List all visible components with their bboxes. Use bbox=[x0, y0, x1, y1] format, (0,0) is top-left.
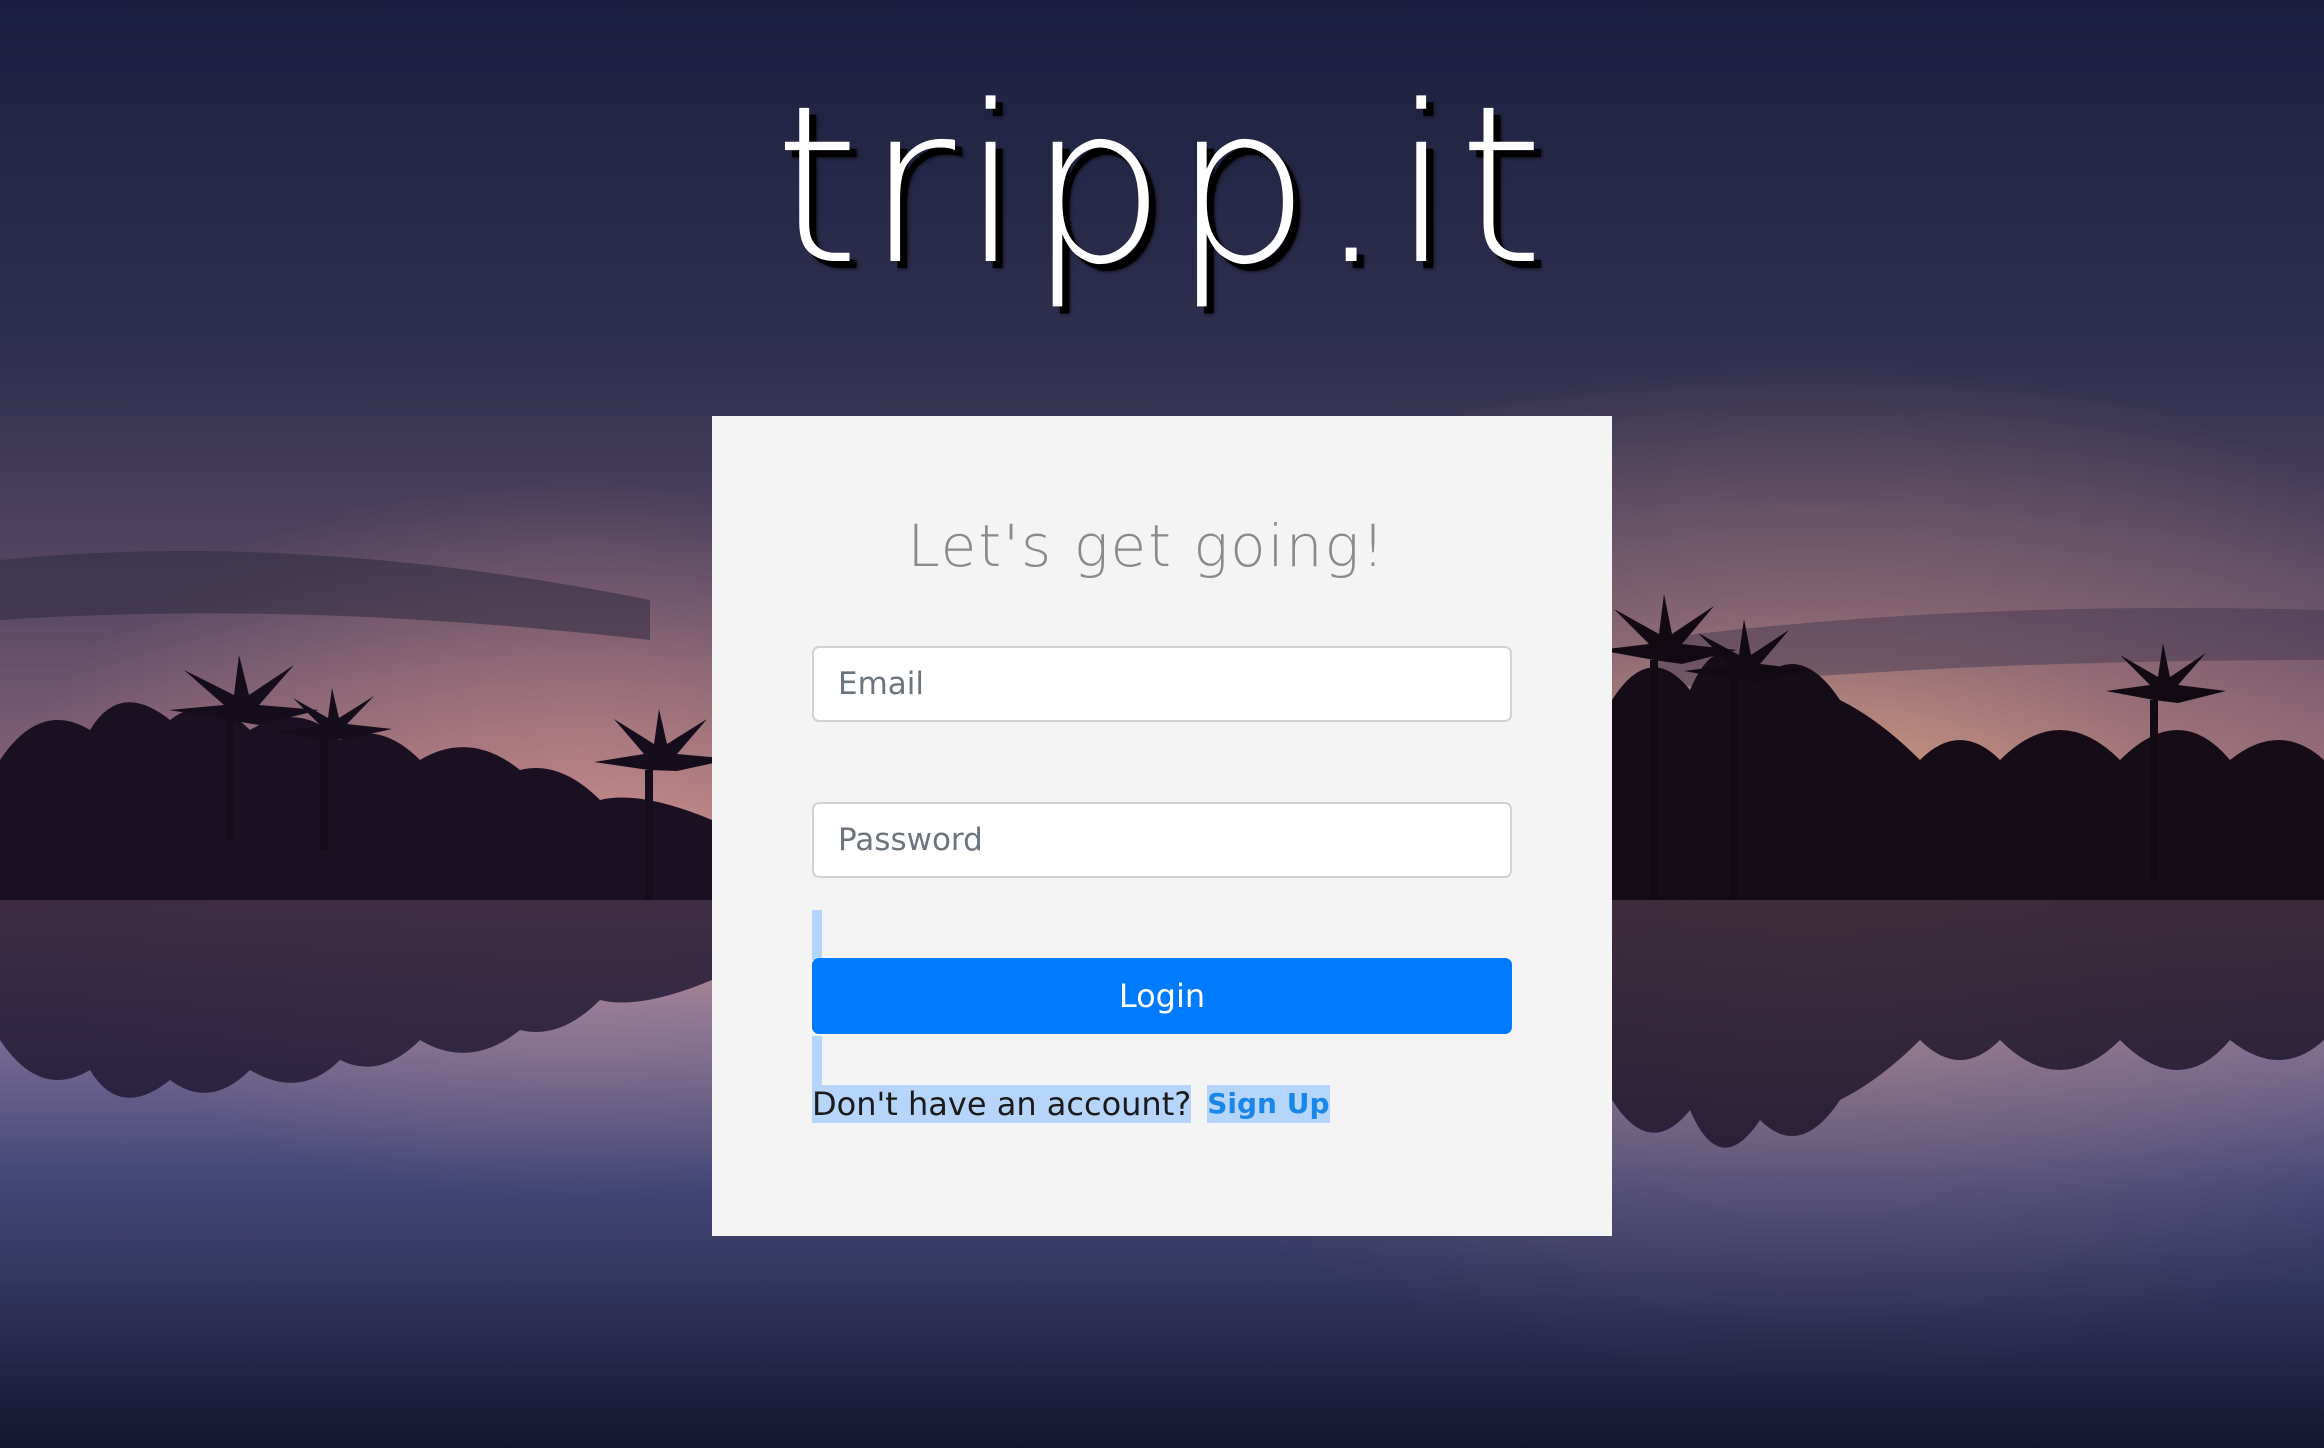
login-button[interactable]: Login bbox=[812, 958, 1512, 1034]
signup-link[interactable]: Sign Up bbox=[1207, 1085, 1330, 1123]
signup-prompt-row: Don't have an account? Sign Up bbox=[812, 1082, 1330, 1126]
text-selection-highlight bbox=[812, 1036, 822, 1086]
signup-prompt-text: Don't have an account? bbox=[812, 1085, 1192, 1123]
text-selection-highlight bbox=[812, 910, 822, 960]
app-logo: tripp.it bbox=[774, 60, 1550, 313]
login-card-title: Let's get going! bbox=[907, 512, 1387, 580]
password-input[interactable] bbox=[812, 802, 1512, 878]
email-input[interactable] bbox=[812, 646, 1512, 722]
login-card: Let's get going! Login Don't have an acc… bbox=[712, 416, 1612, 1236]
